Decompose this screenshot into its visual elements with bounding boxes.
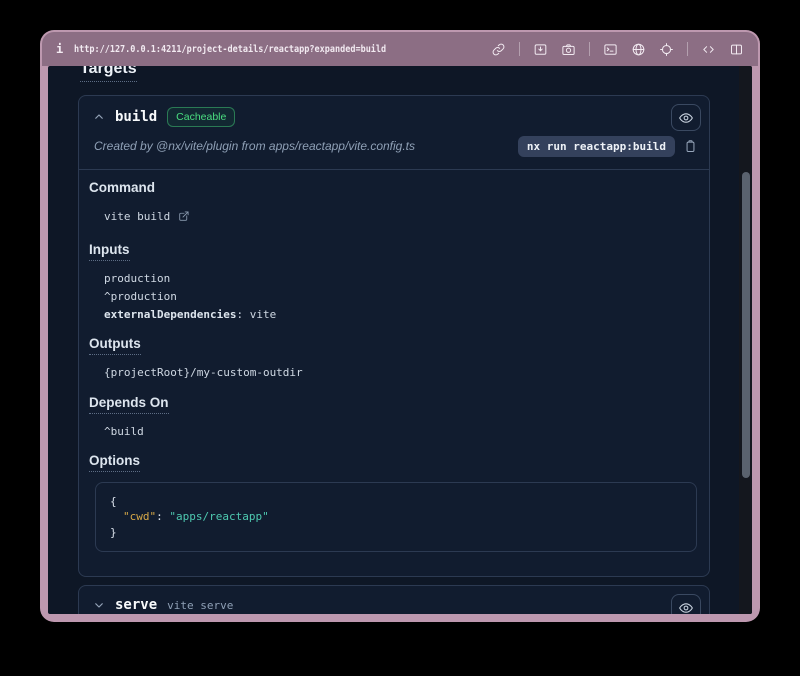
info-icon: i xyxy=(56,42,63,56)
options-heading[interactable]: Options xyxy=(89,453,140,472)
screenshot-save-icon[interactable] xyxy=(533,42,548,57)
link-icon[interactable] xyxy=(491,42,506,57)
json-line: { xyxy=(110,494,682,510)
run-command-chip: nx run reactapp:build xyxy=(518,136,675,157)
clipboard-icon xyxy=(683,139,698,154)
copy-command-button[interactable] xyxy=(683,139,698,154)
scrollbar-thumb[interactable] xyxy=(742,172,750,478)
target-card-build: build Cacheable Created by @nx/vite/plug… xyxy=(78,95,710,577)
browser-window: i http://127.0.0.1:4211/project-details/… xyxy=(40,30,760,622)
browser-toolbar: i http://127.0.0.1:4211/project-details/… xyxy=(42,32,758,66)
page-viewport: Targets build Cacheable Created by @nx/v… xyxy=(48,66,752,614)
created-by-text: Created by @nx/vite/plugin from apps/rea… xyxy=(94,139,415,153)
serve-card-header[interactable]: serve vite serve xyxy=(79,586,709,613)
globe-icon[interactable] xyxy=(631,42,646,57)
depends-on-item: ^build xyxy=(104,423,699,441)
inputs-heading[interactable]: Inputs xyxy=(89,242,130,261)
toolbar-divider xyxy=(519,42,520,56)
build-card-header[interactable]: build Cacheable xyxy=(79,96,709,127)
view-target-graph-button[interactable] xyxy=(671,594,701,614)
toolbar-actions xyxy=(491,42,744,57)
toolbar-divider xyxy=(589,42,590,56)
target-summary: vite serve xyxy=(167,599,233,612)
toolbar-divider xyxy=(687,42,688,56)
eye-icon xyxy=(678,600,694,615)
outputs-heading[interactable]: Outputs xyxy=(89,336,141,355)
build-card-body: Command vite build Inputs production ^pr… xyxy=(79,170,709,553)
eye-icon xyxy=(678,110,694,126)
command-value: vite build xyxy=(104,208,170,226)
json-line: } xyxy=(110,525,682,541)
target-name: build xyxy=(115,109,157,125)
output-item: {projectRoot}/my-custom-outdir xyxy=(104,364,699,382)
target-name: serve xyxy=(115,597,157,613)
scrollbar-track[interactable] xyxy=(739,66,752,614)
input-item: production xyxy=(104,270,699,288)
address-bar[interactable]: http://127.0.0.1:4211/project-details/re… xyxy=(74,44,386,55)
input-item: externalDependencies: vite xyxy=(104,306,699,324)
depends-on-heading[interactable]: Depends On xyxy=(89,395,169,414)
camera-icon[interactable] xyxy=(561,42,576,57)
build-card-subheader: Created by @nx/vite/plugin from apps/rea… xyxy=(79,127,709,170)
json-line: "cwd": "apps/reactapp" xyxy=(110,509,682,525)
chevron-up-icon xyxy=(93,111,105,123)
target-card-serve: serve vite serve xyxy=(78,585,710,614)
locate-icon[interactable] xyxy=(659,42,674,57)
chevron-down-icon xyxy=(93,599,105,611)
targets-heading[interactable]: Targets xyxy=(80,66,137,82)
view-target-graph-button[interactable] xyxy=(671,104,701,131)
terminal-icon[interactable] xyxy=(603,42,618,57)
external-link-icon[interactable] xyxy=(177,210,190,223)
code-icon[interactable] xyxy=(701,42,716,57)
input-item: ^production xyxy=(104,288,699,306)
options-json-block: { "cwd": "apps/reactapp" } xyxy=(95,482,697,553)
split-view-icon[interactable] xyxy=(729,42,744,57)
cacheable-badge: Cacheable xyxy=(167,107,235,127)
command-heading: Command xyxy=(89,180,155,195)
